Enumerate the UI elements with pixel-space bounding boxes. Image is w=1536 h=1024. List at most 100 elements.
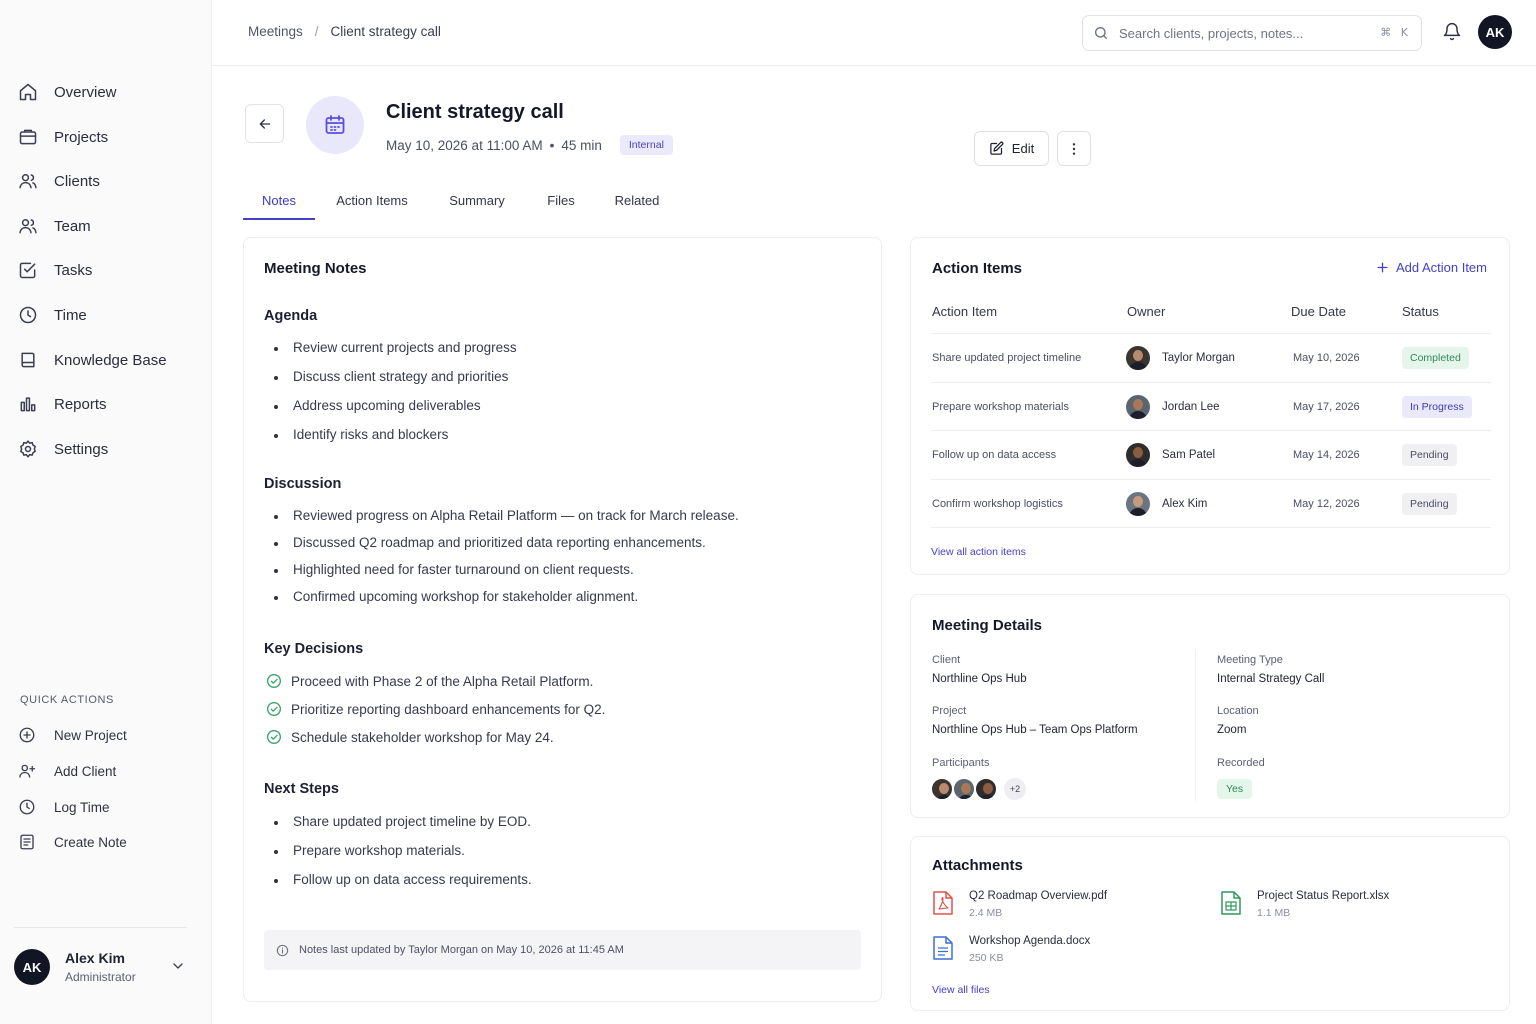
quick-action-label: Log Time	[54, 799, 110, 815]
bar-chart-icon	[18, 394, 38, 414]
user-menu[interactable]: AK Alex Kim Administrator	[14, 946, 192, 988]
recorded-label: Recorded	[1217, 757, 1265, 769]
sidebar-item-projects[interactable]: Projects	[0, 117, 212, 157]
divider	[931, 430, 1491, 431]
sidebar-item-label: Settings	[54, 440, 109, 458]
next-steps-list: Share updated project timeline by EOD. P…	[274, 814, 532, 901]
list-item: Share updated project timeline by EOD.	[274, 814, 532, 843]
quick-action-new-project[interactable]: New Project	[0, 719, 212, 751]
sidebar-item-clients[interactable]: Clients	[0, 161, 212, 201]
client-label: Client	[932, 654, 961, 666]
divider	[14, 927, 187, 928]
status-badge: Pending	[1402, 493, 1457, 515]
action-item-text: Confirm workshop logistics	[932, 498, 1063, 510]
edit-button[interactable]: Edit	[974, 131, 1049, 166]
divider	[931, 382, 1491, 383]
decision-text: Proceed with Phase 2 of the Alpha Retail…	[291, 673, 594, 689]
meeting-type-label: Meeting Type	[1217, 654, 1283, 666]
bell-icon[interactable]	[1442, 22, 1462, 42]
avatar	[1126, 395, 1150, 419]
avatar	[1126, 346, 1150, 370]
user-name: Alex Kim	[65, 950, 125, 966]
divider	[931, 527, 1491, 528]
sidebar-item-overview[interactable]: Overview	[0, 72, 212, 112]
attachment-name: Workshop Agenda.docx	[969, 935, 1091, 947]
avatar	[952, 777, 976, 801]
more-options-button[interactable]	[1057, 131, 1091, 166]
sidebar-item-team[interactable]: Team	[0, 206, 212, 246]
sidebar-item-time[interactable]: Time	[0, 295, 212, 335]
tab-files[interactable]: Files	[541, 186, 581, 220]
tab-summary[interactable]: Summary	[441, 186, 513, 220]
check-circle-icon	[266, 729, 282, 745]
user-role: Administrator	[65, 970, 136, 984]
quick-action-create-note[interactable]: Create Note	[0, 826, 212, 858]
owner-name: Sam Patel	[1162, 449, 1216, 461]
breadcrumb-meetings[interactable]: Meetings	[248, 24, 303, 39]
meeting-date: May 10, 2026 at 11:00 AM	[386, 137, 543, 153]
owner-cell: Jordan Lee	[1126, 395, 1220, 419]
recorded-badge: Yes	[1217, 779, 1253, 799]
sidebar-item-knowledge-base[interactable]: Knowledge Base	[0, 340, 212, 380]
book-icon	[18, 350, 38, 370]
status-badge: Pending	[1402, 444, 1457, 466]
sidebar-item-tasks[interactable]: Tasks	[0, 250, 212, 290]
users-icon	[18, 171, 38, 191]
list-item: Discuss client strategy and priorities	[274, 369, 517, 398]
attachment-item[interactable]: Project Status Report.xlsx 1.1 MB	[1220, 890, 1389, 919]
quick-action-log-time[interactable]: Log Time	[0, 791, 212, 823]
edit-icon	[989, 141, 1004, 156]
tab-related[interactable]: Related	[610, 186, 664, 220]
arrow-left-icon	[257, 116, 273, 132]
sidebar-item-label: Tasks	[54, 261, 93, 279]
top-bar: Meetings / Client strategy call ⌘ K AK	[212, 0, 1536, 66]
column-header-due-date: Due Date	[1291, 304, 1346, 319]
action-item-text: Prepare workshop materials	[932, 401, 1069, 413]
client-value: Northline Ops Hub	[932, 673, 1027, 685]
spreadsheet-file-icon	[1220, 890, 1242, 916]
search-shortcut: ⌘ K	[1380, 26, 1411, 39]
sidebar-item-settings[interactable]: Settings	[0, 429, 212, 469]
sidebar-item-reports[interactable]: Reports	[0, 384, 212, 424]
plus-circle-icon	[18, 726, 36, 744]
action-item-text: Share updated project timeline	[932, 352, 1082, 364]
decision-text: Prioritize reporting dashboard enhanceme…	[291, 701, 606, 717]
view-all-action-items-link[interactable]: View all action items	[931, 546, 1026, 558]
profile-avatar[interactable]: AK	[1478, 15, 1512, 49]
location-label: Location	[1217, 705, 1259, 717]
add-action-item-button[interactable]: Add Action Item	[1376, 260, 1487, 275]
tab-action-items[interactable]: Action Items	[330, 186, 414, 220]
decision-text: Schedule stakeholder workshop for May 24…	[291, 729, 554, 745]
attachment-item[interactable]: Workshop Agenda.docx 250 KB	[932, 935, 1090, 964]
tab-notes[interactable]: Notes	[243, 186, 315, 220]
due-date: May 17, 2026	[1293, 401, 1360, 413]
avatar	[1126, 443, 1150, 467]
chevron-down-icon[interactable]	[170, 958, 186, 974]
quick-action-add-client[interactable]: Add Client	[0, 755, 212, 787]
sidebar-item-label: Team	[54, 217, 91, 235]
list-item: Schedule stakeholder workshop for May 24…	[266, 723, 605, 751]
attachment-name: Q2 Roadmap Overview.pdf	[969, 890, 1108, 902]
view-all-files-link[interactable]: View all files	[932, 984, 990, 996]
search-input[interactable]	[1119, 25, 1369, 41]
check-square-icon	[18, 260, 38, 280]
search-box[interactable]: ⌘ K	[1082, 15, 1422, 51]
tab-bar: Notes Action Items Summary Files Related	[243, 186, 883, 220]
pdf-file-icon	[932, 890, 954, 916]
discussion-list: Reviewed progress on Alpha Retail Platfo…	[274, 508, 739, 616]
doc-file-icon	[932, 935, 954, 961]
folder-icon	[18, 127, 38, 147]
key-decisions-heading: Key Decisions	[264, 641, 364, 657]
sidebar-item-label: Knowledge Base	[54, 351, 167, 369]
list-item: Highlighted need for faster turnaround o…	[274, 562, 739, 589]
participants-avatars[interactable]: +2	[930, 777, 1026, 801]
divider	[931, 479, 1491, 480]
avatar	[974, 777, 998, 801]
notes-updated-text: Notes last updated by Taylor Morgan on M…	[299, 944, 624, 956]
sidebar-item-label: Overview	[54, 83, 117, 101]
attachment-item[interactable]: Q2 Roadmap Overview.pdf 2.4 MB	[932, 890, 1107, 919]
back-button[interactable]	[245, 104, 284, 143]
owner-cell: Sam Patel	[1126, 443, 1215, 467]
participants-more: +2	[1004, 778, 1026, 800]
team-icon	[18, 216, 38, 236]
